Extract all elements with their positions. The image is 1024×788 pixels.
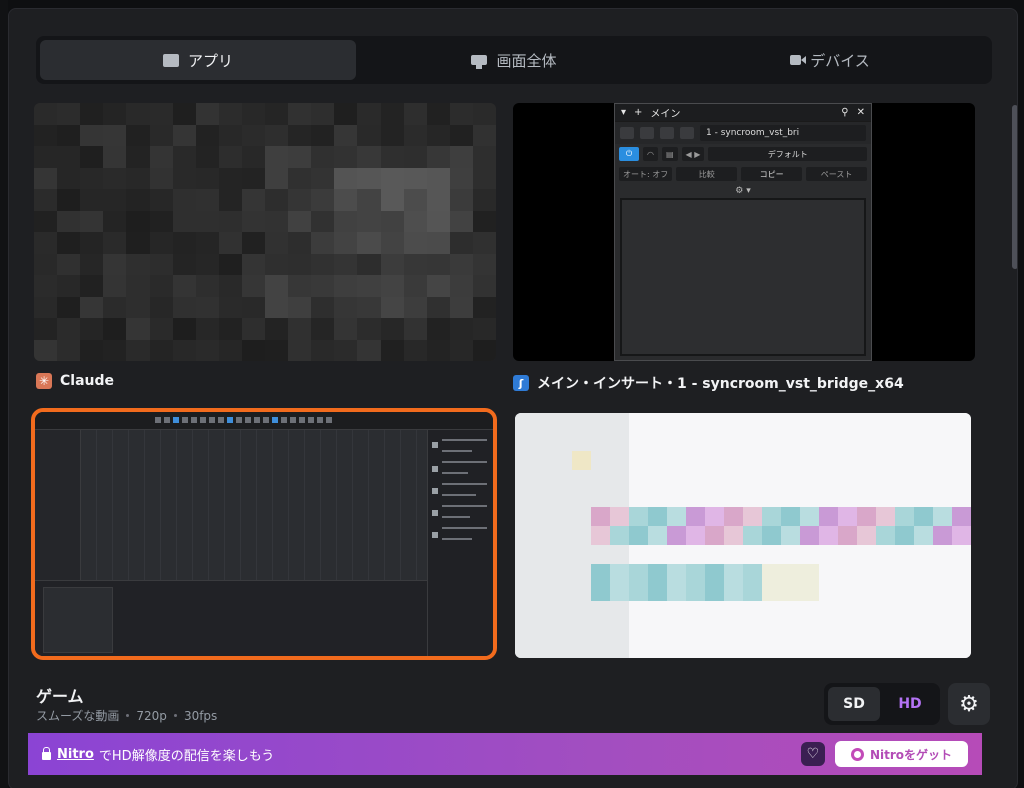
daw-inspector: [427, 430, 493, 656]
source-label: Claude: [60, 373, 115, 389]
daw-track-list: [35, 430, 81, 580]
source-type-tabs: アプリ 画面全体 デバイス: [36, 36, 992, 84]
prev-next-icon: ◀ ▶: [681, 147, 705, 161]
power-icon: ⏻: [619, 147, 639, 161]
gear-icon: ⚙: [959, 691, 979, 717]
left-background-strip: [0, 0, 8, 788]
tab-devices[interactable]: デバイス: [672, 40, 988, 80]
plugin-slot-field: 1 - syncroom_vst_bri: [700, 125, 866, 141]
monitor-icon: [471, 55, 488, 69]
plugin-content-pane: [620, 198, 866, 356]
lock-icon: [42, 746, 51, 760]
stream-settings-button[interactable]: ⚙: [948, 683, 990, 725]
plugin-app-icon: ʃ: [513, 375, 529, 391]
selected-source-title: ゲーム: [36, 687, 84, 706]
source-thumbnail-claude[interactable]: [34, 103, 496, 361]
get-nitro-label: Nitroをゲット: [869, 747, 952, 762]
plugin-toolbar: 1 - syncroom_vst_bri: [615, 121, 871, 144]
tab-entire-screen[interactable]: 画面全体: [356, 40, 672, 80]
doc-icon: ▤: [661, 147, 678, 161]
nitro-message: でHD解像度の配信を楽しもう: [98, 748, 275, 764]
bars-icon: [620, 127, 634, 139]
source-caption-claude: ✳ Claude: [36, 373, 114, 389]
routing-icon: [660, 127, 674, 139]
chevron-down-icon: ▾: [621, 107, 627, 118]
separator-dot: [126, 714, 130, 717]
tab-apps-label: アプリ: [187, 51, 233, 70]
source-caption-plugin: ʃ メイン・インサート・1 - syncroom_vst_bridge_x64: [513, 373, 904, 393]
copy-label: コピー: [741, 167, 803, 181]
arrows-icon: [680, 127, 694, 139]
claude-icon: ✳: [36, 373, 52, 389]
camera-icon: [790, 55, 807, 65]
plugin-window-preview: ▾ + メイン ⚲ ✕ 1 - syncroom_vst_bri ⏻ ◠ ▤ ◀…: [614, 103, 872, 361]
paste-label: ペースト: [806, 167, 868, 181]
plugin-window-title: メイン: [650, 109, 681, 120]
daw-toolbar: [35, 412, 493, 430]
separator-dot: [173, 714, 177, 717]
daw-arrange-area: [81, 430, 423, 580]
nitro-link[interactable]: Nitro: [57, 747, 94, 762]
source-thumbnail-other[interactable]: [515, 413, 971, 658]
gear-icon: ⚙ ▾: [735, 186, 751, 196]
heart-icon[interactable]: ♡: [800, 742, 825, 766]
stream-mode: スムーズな動画: [36, 709, 120, 723]
plugin-preset-row: ⏻ ◠ ▤ ◀ ▶ デフォルト: [615, 144, 871, 164]
source-label: メイン・インサート・1 - syncroom_vst_bridge_x64: [537, 376, 904, 392]
stream-resolution: 720p: [136, 708, 167, 723]
app-window-icon: [162, 53, 179, 67]
pie-icon: [640, 127, 654, 139]
selected-source-meta: スムーズな動画 720p 30fps: [36, 707, 217, 724]
scrollbar-thumb[interactable]: [1012, 105, 1017, 269]
quality-toggle: SD HD: [824, 683, 940, 725]
compare-label: 比較: [676, 167, 738, 181]
screen-share-modal: アプリ 画面全体 デバイス ✳ Claude ▾ + メイン ⚲ ✕ 1 - s…: [8, 8, 1018, 788]
nitro-upsell-banner: Nitro でHD解像度の配信を楽しもう ♡ Nitroをゲット: [28, 733, 982, 775]
source-thumbnail-plugin[interactable]: ▾ + メイン ⚲ ✕ 1 - syncroom_vst_bri ⏻ ◠ ▤ ◀…: [513, 103, 975, 361]
stream-fps: 30fps: [183, 708, 218, 723]
auto-off-label: オート: オフ: [619, 167, 673, 181]
plugin-window-titlebar: ▾ + メイン ⚲ ✕: [615, 104, 871, 121]
get-nitro-button[interactable]: Nitroをゲット: [834, 741, 968, 767]
preset-name: デフォルト: [708, 147, 867, 161]
plugin-compare-row: オート: オフ 比較 コピー ペースト: [615, 164, 871, 184]
pin-icon: ⚲: [841, 107, 849, 118]
nitro-icon: [850, 747, 864, 761]
plus-icon: +: [634, 107, 643, 118]
close-icon: ✕: [856, 107, 865, 118]
hd-button[interactable]: HD: [884, 687, 936, 721]
tab-entire-screen-label: 画面全体: [496, 51, 557, 70]
sd-button[interactable]: SD: [828, 687, 880, 721]
source-thumbnail-game-selected[interactable]: [31, 408, 497, 660]
tab-apps[interactable]: アプリ: [40, 40, 356, 80]
daw-mixer: [35, 580, 427, 656]
read-icon: ◠: [643, 147, 658, 161]
pixelated-preview: [34, 103, 496, 361]
tab-devices-label: デバイス: [810, 51, 870, 70]
pixelated-preview: [515, 413, 971, 658]
